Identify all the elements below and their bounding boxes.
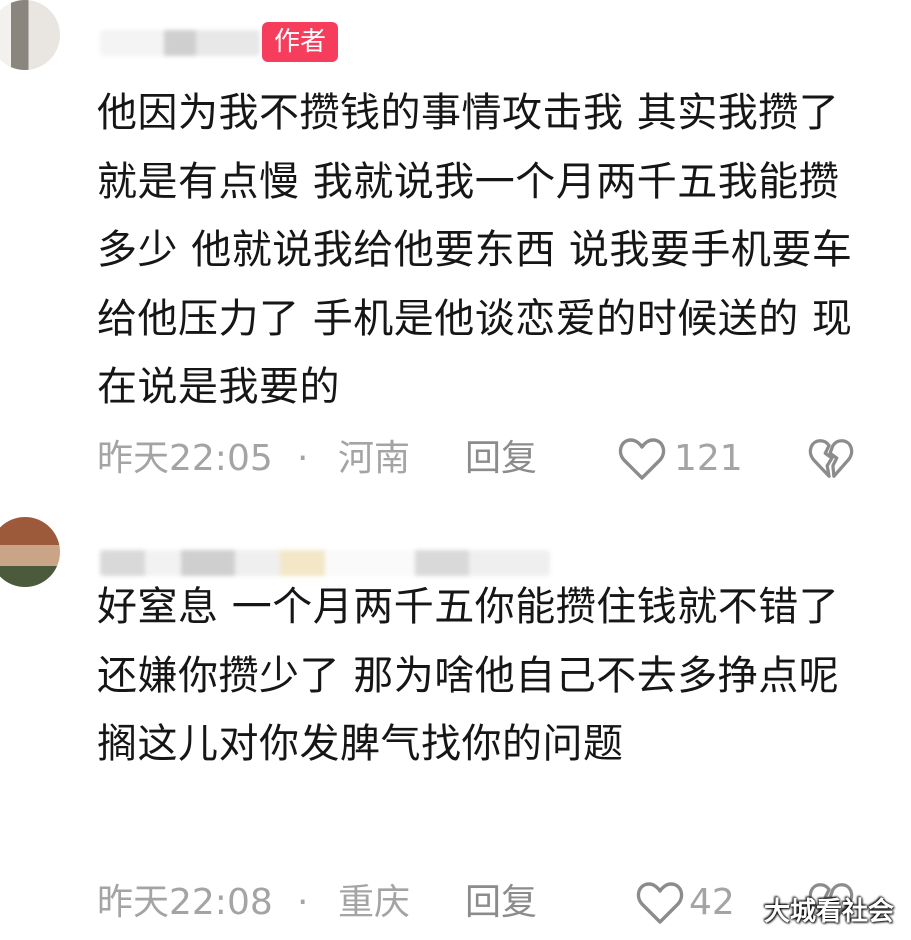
author-badge: 作者	[262, 22, 339, 62]
comment-meta: 昨天22:05 · 河南 回复 121	[97, 434, 911, 484]
comment-location: 重庆	[338, 882, 411, 923]
separator-dot: ·	[297, 882, 309, 923]
heart-outline-icon[interactable]	[636, 880, 684, 926]
comment-text: 好窒息 一个月两千五你能攒住钱就不错了 还嫌你攒少了 那为啥他自己不去多挣点呢 …	[97, 584, 840, 767]
comment-item: 好窒息 一个月两千五你能攒住钱就不错了 还嫌你攒少了 那为啥他自己不去多挣点呢 …	[0, 505, 911, 937]
watermark-text: 大城看社会	[764, 897, 895, 927]
comment-item: 作者 他因为我不攒钱的事情攻击我 其实我攒了就是有点慢 我就说我一个月两千五我能…	[0, 0, 911, 505]
comment-text: 他因为我不攒钱的事情攻击我 其实我攒了就是有点慢 我就说我一个月两千五我能攒多少…	[97, 90, 853, 410]
comment-time: 昨天22:05	[97, 438, 273, 479]
username-blurred[interactable]	[100, 30, 260, 56]
avatar[interactable]	[0, 0, 60, 70]
separator-dot: ·	[297, 438, 309, 479]
avatar[interactable]	[0, 517, 60, 587]
like-count: 42	[689, 882, 735, 923]
heart-outline-icon[interactable]	[618, 436, 666, 482]
comment-location: 河南	[338, 438, 411, 479]
broken-heart-icon[interactable]	[808, 436, 854, 482]
comment-time: 昨天22:08	[97, 882, 273, 923]
like-count: 121	[674, 438, 743, 479]
reply-button[interactable]: 回复	[465, 434, 537, 484]
reply-button[interactable]: 回复	[465, 878, 537, 928]
